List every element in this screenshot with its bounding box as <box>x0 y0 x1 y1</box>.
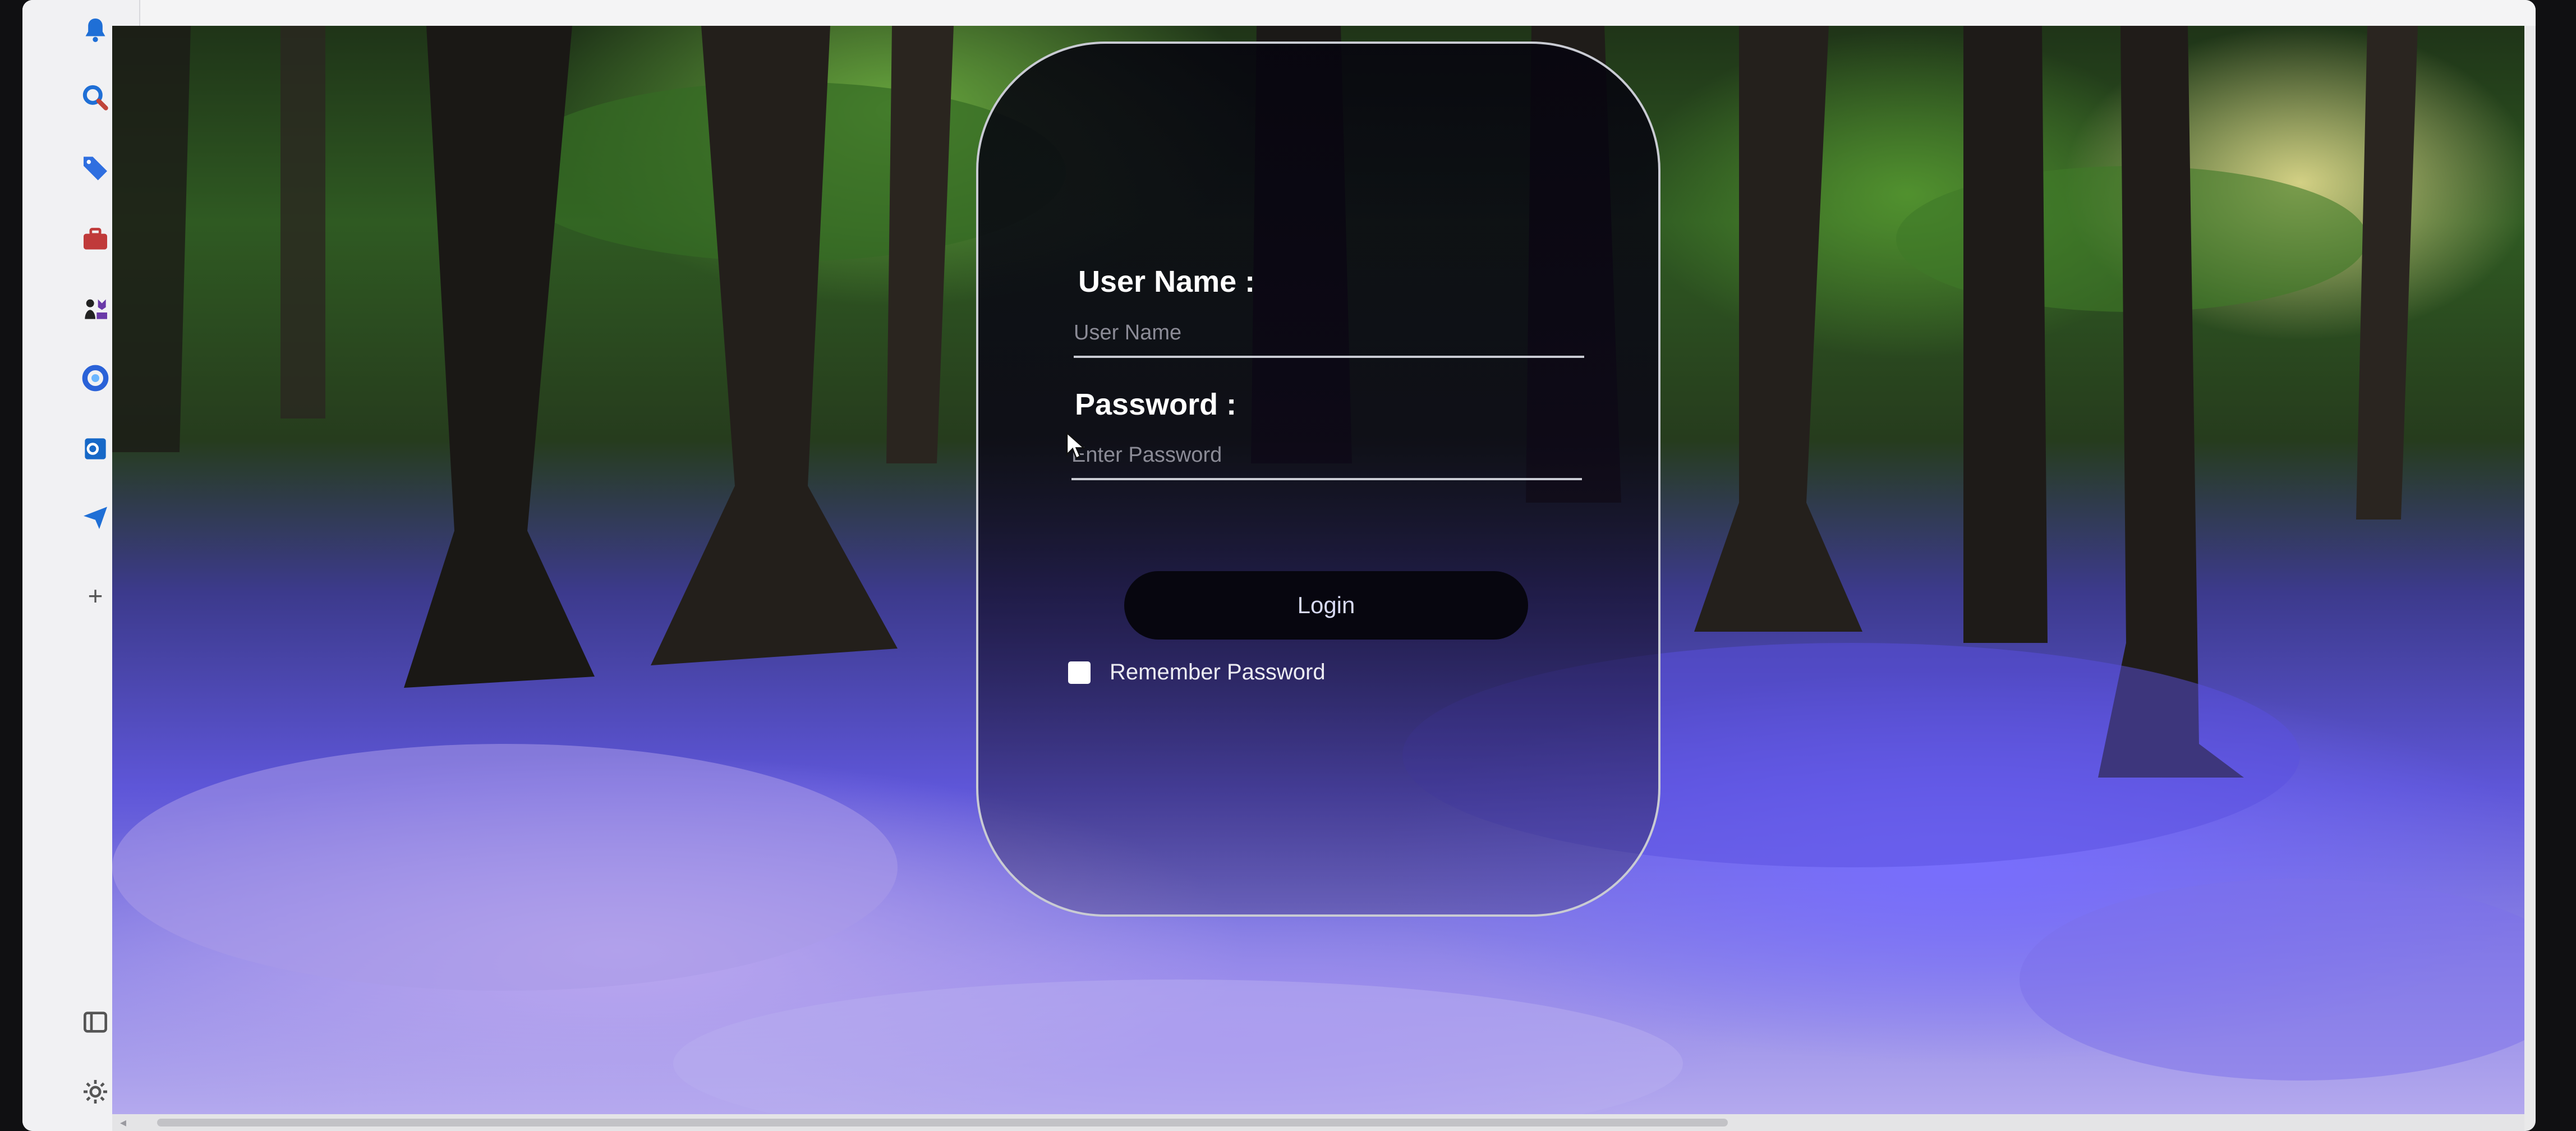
tag-icon[interactable] <box>77 149 113 185</box>
search-icon[interactable] <box>77 80 113 116</box>
login-button[interactable]: Login <box>1124 571 1528 640</box>
browser-top-edge <box>22 0 2536 26</box>
sidebar-toggle-icon[interactable] <box>77 1004 113 1040</box>
login-card: User Name : Password : Login Remember Pa… <box>976 42 1660 917</box>
password-input[interactable] <box>1071 435 1582 480</box>
username-label: User Name : <box>1078 265 1255 298</box>
username-input[interactable] <box>1074 313 1584 358</box>
send-icon[interactable] <box>77 499 113 535</box>
gear-icon[interactable] <box>77 1074 113 1110</box>
remember-password-label: Remember Password <box>1110 660 1326 684</box>
scrollbar-thumb[interactable] <box>157 1119 1728 1127</box>
remember-password-row[interactable]: Remember Password <box>1068 660 1326 685</box>
bell-icon[interactable] <box>77 12 113 48</box>
horizontal-scrollbar[interactable]: ◂ <box>112 1114 2524 1131</box>
web-content: User Name : Password : Login Remember Pa… <box>112 26 2524 1114</box>
browser-window: + User Name: User Name Password: Login… <box>22 0 2536 1131</box>
chess-icon[interactable] <box>77 291 113 327</box>
mouse-cursor-icon <box>1066 432 1085 459</box>
outlook-icon[interactable] <box>77 431 113 467</box>
remember-password-checkbox[interactable] <box>1068 661 1091 684</box>
scroll-left-icon[interactable]: ◂ <box>120 1115 126 1130</box>
password-label: Password : <box>1075 388 1237 421</box>
briefcase-icon[interactable] <box>77 221 113 257</box>
add-icon[interactable]: + <box>77 578 113 614</box>
copilot-icon[interactable] <box>77 360 113 396</box>
